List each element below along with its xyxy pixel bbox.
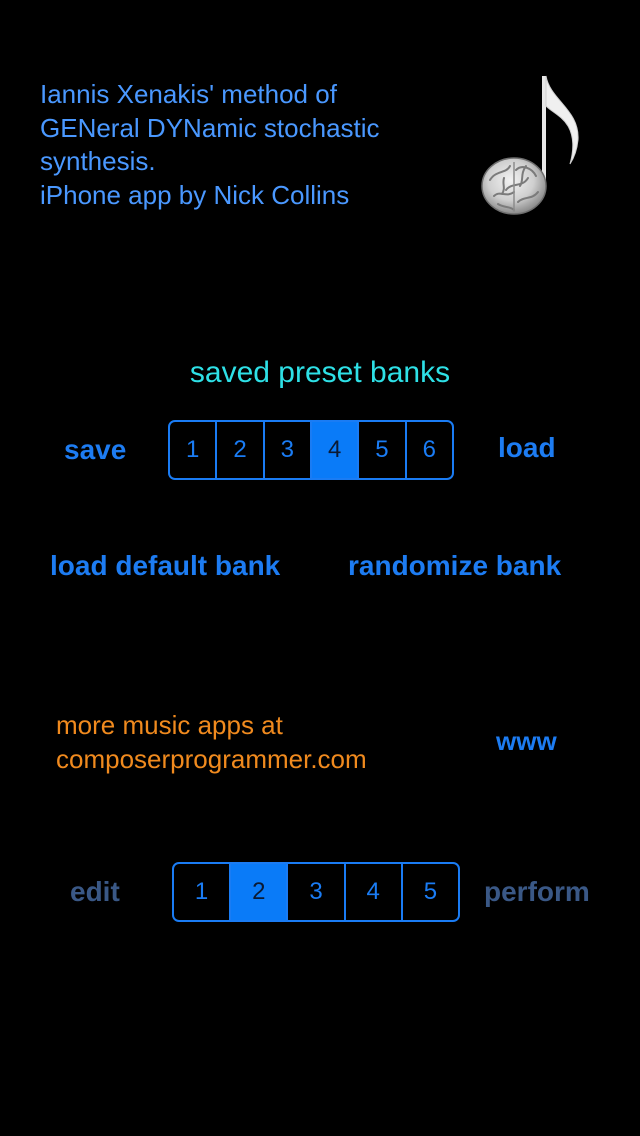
more-apps-line-2: composerprogrammer.com [56,744,367,774]
mode-slot-1[interactable]: 1 [174,864,229,920]
more-apps-text: more music apps at composerprogrammer.co… [56,708,367,776]
more-apps-line-1: more music apps at [56,710,283,740]
preset-slot-selector[interactable]: 1 2 3 4 5 6 [168,420,454,480]
load-default-bank-button[interactable]: load default bank [50,550,280,582]
preset-slot-6[interactable]: 6 [404,422,452,478]
load-button[interactable]: load [498,432,556,464]
preset-slot-4[interactable]: 4 [309,422,358,478]
mode-slot-2[interactable]: 2 [229,864,287,920]
edit-button[interactable]: edit [70,876,120,908]
www-button[interactable]: www [496,726,557,757]
brain-music-note-icon [481,75,579,215]
mode-slot-3[interactable]: 3 [286,864,343,920]
app-description: Iannis Xenakis' method of GENeral DYNami… [40,78,470,212]
description-line-2: GENeral DYNamic stochastic [40,112,380,143]
save-button[interactable]: save [64,434,126,466]
preset-slot-3[interactable]: 3 [262,422,310,478]
preset-slot-1[interactable]: 1 [170,422,215,478]
mode-slot-selector[interactable]: 1 2 3 4 5 [172,862,460,922]
preset-slot-2[interactable]: 2 [215,422,262,478]
description-line-4: iPhone app by Nick Collins [40,179,350,210]
randomize-bank-button[interactable]: randomize bank [348,550,561,582]
description-line-1: Iannis Xenakis' method of [40,79,337,109]
preset-slot-5[interactable]: 5 [357,422,404,478]
preset-banks-title: saved preset banks [189,356,451,389]
description-line-3: synthesis. [40,146,156,176]
perform-button[interactable]: perform [484,876,590,908]
mode-slot-4[interactable]: 4 [343,864,401,920]
mode-slot-5[interactable]: 5 [400,864,458,920]
